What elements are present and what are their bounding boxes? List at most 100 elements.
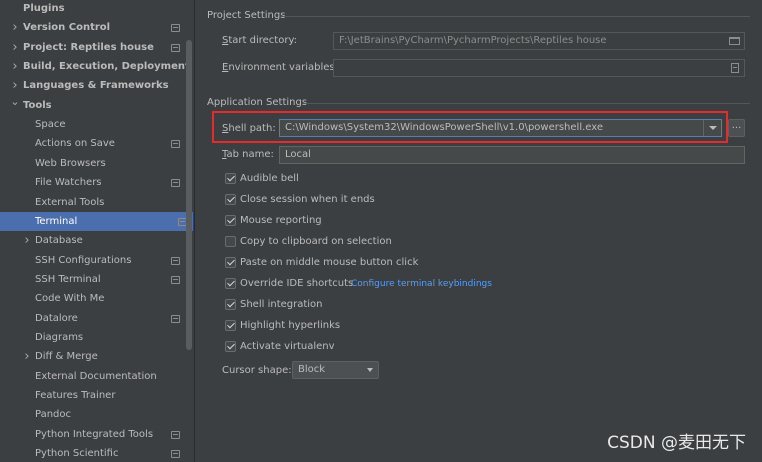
checkbox-label: Mouse reporting <box>240 215 322 226</box>
start-directory-field[interactable]: F:\JetBrains\PyCharm\PycharmProjects\Rep… <box>333 32 745 50</box>
sidebar-item-label: Diff & Merge <box>35 351 98 363</box>
chevron-right-icon[interactable]: › <box>10 18 20 37</box>
checkbox-label: Paste on middle mouse button click <box>240 257 419 268</box>
sidebar-item-features-trainer[interactable]: Features Trainer <box>0 386 186 405</box>
project-level-icon <box>171 450 180 459</box>
shell-path-label: Shell path: <box>222 123 276 134</box>
sidebar-item-tools[interactable]: ⌄ Tools <box>0 95 186 115</box>
sidebar-item-label: Features Trainer <box>35 390 116 401</box>
checkbox-box[interactable] <box>225 215 236 226</box>
sidebar-item-python-scientific[interactable]: Python Scientific <box>0 444 186 462</box>
checkbox-label: Shell integration <box>240 299 323 310</box>
sidebar-item-python-integrated-tools[interactable]: Python Integrated Tools <box>0 425 186 444</box>
sidebar-item-web-browsers[interactable]: Web Browsers <box>0 154 186 173</box>
sidebar-item-pandoc[interactable]: Pandoc <box>0 405 186 424</box>
checkbox-box[interactable] <box>225 341 236 352</box>
checkbox-box[interactable] <box>225 257 236 268</box>
sidebar-item-label: Space <box>35 119 66 131</box>
chevron-right-icon[interactable]: › <box>22 347 32 366</box>
sidebar-item-label: Languages & Frameworks <box>23 80 169 92</box>
project-level-icon <box>171 275 180 284</box>
project-level-icon <box>171 140 180 149</box>
environment-variables-label: Environment variables: <box>222 62 338 73</box>
sidebar-item-label: SSH Configurations <box>35 254 132 266</box>
tab-name-label: Tab name: <box>222 149 274 160</box>
start-directory-label: Start directory: <box>222 35 297 46</box>
sidebar-item-external-tools[interactable]: External Tools <box>0 193 186 212</box>
checkbox-label: Copy to clipboard on selection <box>240 236 392 247</box>
edit-variables-icon[interactable] <box>731 63 739 73</box>
checkbox-box[interactable] <box>225 278 236 289</box>
checkbox-box[interactable] <box>225 236 236 247</box>
checkbox-box[interactable] <box>225 173 236 184</box>
sidebar-item-label: Diagrams <box>35 331 84 343</box>
folder-icon[interactable] <box>729 37 740 45</box>
project-level-icon <box>171 256 180 265</box>
sidebar-item-label: Python Integrated Tools <box>35 428 154 440</box>
checkbox-label: Highlight hyperlinks <box>240 320 341 331</box>
checkbox-label: Activate virtualenv <box>240 341 335 352</box>
sidebar-item-ssh-configurations[interactable]: SSH Configurations <box>0 251 186 270</box>
checkbox-box[interactable] <box>225 194 236 205</box>
sidebar-item-label: Python Scientific <box>35 448 119 460</box>
watermark: CSDN @麦田无下 <box>607 433 746 453</box>
sidebar-item-database[interactable]: › Database <box>0 231 186 250</box>
project-level-icon <box>171 24 180 33</box>
cursor-shape-select[interactable]: Block <box>292 361 379 379</box>
sidebar-item-label: Database <box>35 235 83 247</box>
project-level-icon <box>171 179 180 188</box>
tab-name-field[interactable]: Local <box>279 146 745 164</box>
sidebar-item-label: Code With Me <box>35 293 105 305</box>
sidebar-item-external-documentation[interactable]: External Documentation <box>0 367 186 386</box>
chevron-down-icon[interactable]: ⌄ <box>10 92 20 111</box>
chevron-right-icon[interactable]: › <box>22 231 32 250</box>
sidebar-item-ssh-terminal[interactable]: SSH Terminal <box>0 270 186 289</box>
sidebar-item-diagrams[interactable]: Diagrams <box>0 328 186 347</box>
checkbox-label: Override IDE shortcuts <box>240 278 354 289</box>
sidebar-item-space[interactable]: Space <box>0 115 186 134</box>
sidebar-item-actions-on-save[interactable]: Actions on Save <box>0 134 186 153</box>
sidebar-item-label: File Watchers <box>35 177 102 189</box>
chevron-down-icon <box>367 368 373 372</box>
project-level-icon <box>171 430 180 439</box>
sidebar-item-label: SSH Terminal <box>35 273 101 285</box>
project-level-icon <box>171 43 180 52</box>
chevron-right-icon[interactable]: › <box>10 38 20 57</box>
sidebar-item-label: Tools <box>23 99 52 111</box>
sidebar-item-diff-merge[interactable]: › Diff & Merge <box>0 347 186 366</box>
section-divider <box>303 103 750 104</box>
sidebar-item-languages-frameworks[interactable]: › Languages & Frameworks <box>0 76 186 95</box>
tab-name-value: Local <box>285 149 311 160</box>
sidebar-item-label: Project: Reptiles house <box>23 41 154 53</box>
sidebar-item-version-control[interactable]: › Version Control <box>0 18 186 37</box>
sidebar-item-terminal[interactable]: Terminal <box>0 211 193 231</box>
checkbox-box[interactable] <box>225 320 236 331</box>
shell-path-value: C:\Windows\System32\WindowsPowerShell\v1… <box>285 122 604 133</box>
sidebar-item-label: External Tools <box>35 196 105 208</box>
sidebar-item-build-execution-deployment[interactable]: › Build, Execution, Deployment <box>0 57 189 76</box>
sidebar-item-label: Terminal <box>35 215 78 227</box>
settings-sidebar: Plugins › Version Control › Project: Reptile… <box>0 0 195 462</box>
sidebar-item-label: Pandoc <box>35 409 72 421</box>
sidebar-item-code-with-me[interactable]: Code With Me <box>0 289 186 308</box>
sidebar-scrollbar[interactable] <box>186 40 192 350</box>
checkbox-label: Audible bell <box>240 173 299 184</box>
checkbox-box[interactable] <box>225 299 236 310</box>
shell-path-combobox[interactable]: C:\Windows\System32\WindowsPowerShell\v1… <box>279 119 722 137</box>
browse-shell-button[interactable]: ... <box>728 119 745 137</box>
sidebar-item-label: External Documentation <box>35 370 157 382</box>
sidebar-item-project-reptiles-house[interactable]: › Project: Reptiles house <box>0 38 186 57</box>
sidebar-item-label: Web Browsers <box>35 157 106 169</box>
sidebar-item-label: Build, Execution, Deployment <box>23 61 190 73</box>
configure-keybindings-link[interactable]: Configure terminal keybindings <box>351 279 492 289</box>
chevron-right-icon[interactable]: › <box>10 57 20 76</box>
sidebar-item-plugins[interactable]: Plugins <box>0 0 186 18</box>
project-level-icon <box>171 314 180 323</box>
chevron-down-icon[interactable] <box>703 120 721 136</box>
sidebar-item-file-watchers[interactable]: File Watchers <box>0 173 186 192</box>
environment-variables-field[interactable] <box>333 59 745 77</box>
sidebar-item-label: Plugins <box>23 3 65 14</box>
cursor-shape-label: Cursor shape: <box>222 365 292 376</box>
start-directory-value: F:\JetBrains\PyCharm\PycharmProjects\Rep… <box>339 35 607 46</box>
sidebar-item-datalore[interactable]: Datalore <box>0 309 186 328</box>
